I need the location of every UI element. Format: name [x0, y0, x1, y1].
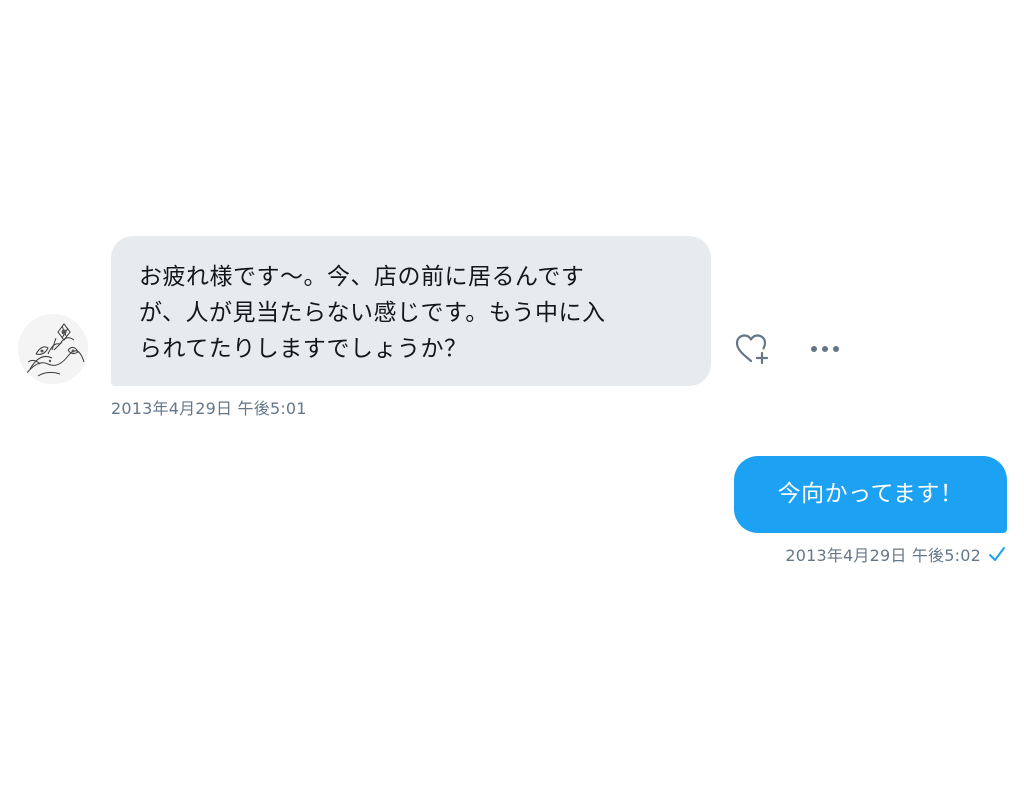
incoming-message-line: られてたりしますでしょうか？: [139, 336, 468, 362]
incoming-message-bubble[interactable]: お疲れ様です〜。今、店の前に居るんです が、人が見当たらない感じです。もう中に入…: [111, 236, 711, 386]
outgoing-meta: 2013年4月29日 午後5:02: [785, 542, 1007, 566]
checkmark-icon: [989, 547, 1005, 561]
flower-sketch-avatar-icon: [18, 314, 88, 384]
heart-plus-icon: [735, 334, 769, 365]
sender-avatar[interactable]: [18, 314, 88, 384]
outgoing-message-bubble[interactable]: 今向かってます！: [734, 456, 1007, 533]
like-button[interactable]: [732, 331, 772, 367]
outgoing-message-text: 今向かってます！: [777, 481, 964, 507]
outgoing-timestamp: 2013年4月29日 午後5:02: [785, 546, 981, 565]
incoming-timestamp: 2013年4月29日 午後5:01: [111, 399, 307, 418]
incoming-message-line: お疲れ様です〜。今、店の前に居るんです: [139, 264, 585, 290]
incoming-message-line: が、人が見当たらない感じです。もう中に入: [139, 300, 606, 326]
ellipsis-icon: [811, 346, 839, 352]
more-options-button[interactable]: [806, 334, 846, 364]
